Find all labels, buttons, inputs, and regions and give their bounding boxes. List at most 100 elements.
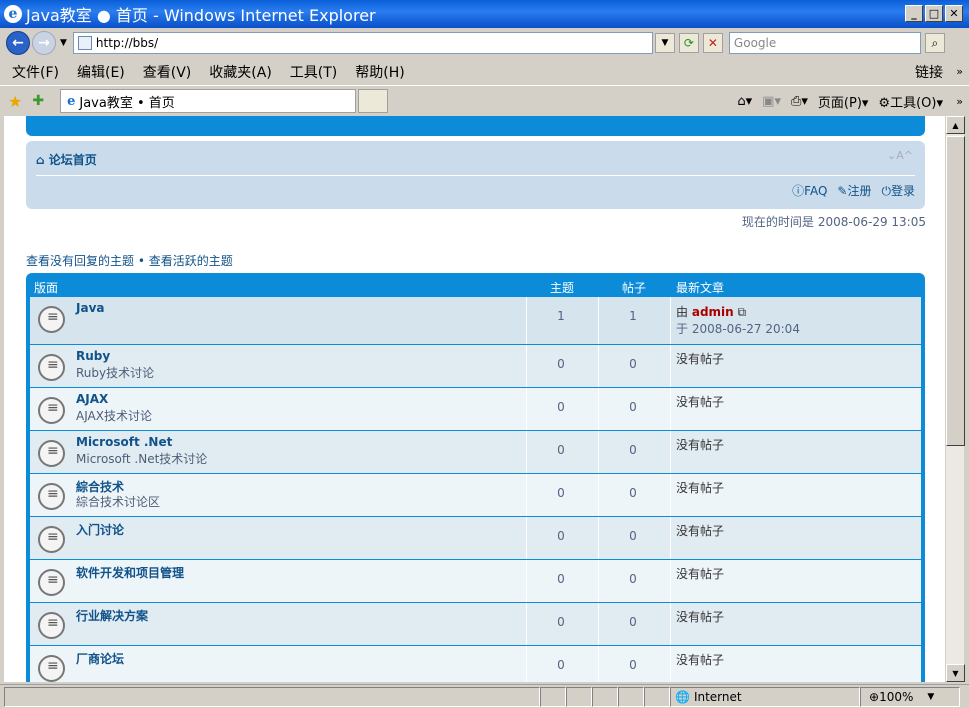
close-button[interactable]: ✕: [945, 5, 963, 22]
back-button[interactable]: ←: [6, 31, 30, 55]
header-band: [26, 116, 925, 136]
add-favorite-icon[interactable]: ✚: [32, 93, 44, 109]
forum-title-link[interactable]: Ruby: [76, 349, 110, 363]
tools-menu[interactable]: ⚙工具(O)▾: [878, 92, 943, 111]
last-post-empty: 没有帖子: [676, 438, 725, 452]
view-latest-post-icon[interactable]: ⧉: [738, 305, 747, 319]
topic-actions: 查看没有回复的主题 • 查看活跃的主题: [26, 252, 233, 269]
menu-tools[interactable]: 工具(T): [290, 62, 337, 82]
scroll-thumb[interactable]: [946, 136, 965, 446]
topics-count: 1: [557, 309, 565, 323]
page-icon: [77, 36, 92, 50]
links-toolbar[interactable]: 链接: [915, 62, 943, 82]
favorites-star-icon[interactable]: ★: [8, 92, 22, 111]
vertical-scrollbar[interactable]: ▲ ▼: [945, 116, 965, 682]
status-cell: [618, 686, 644, 707]
history-dropdown-icon[interactable]: ▼: [60, 38, 67, 48]
browser-tab[interactable]: e Java教室 • 首页: [60, 89, 357, 113]
protected-mode-icon[interactable]: [644, 686, 670, 707]
nav-panel: ⌂ 论坛首页 ⌄A^ ⓘFAQ ✎注册 ⏻登录: [26, 141, 925, 209]
forum-title-link[interactable]: 行业解决方案: [76, 607, 148, 624]
new-tab-button[interactable]: [358, 89, 389, 113]
topics-count: 0: [557, 572, 565, 586]
forum-row: Microsoft .Net Microsoft .Net技术讨论 0 0 没有…: [30, 431, 921, 474]
search-icon[interactable]: ⌕: [924, 33, 945, 53]
last-post-empty: 没有帖子: [676, 524, 725, 538]
topics-count: 0: [557, 529, 565, 543]
unanswered-topics-link[interactable]: 查看没有回复的主题: [26, 254, 134, 268]
last-post-author-link[interactable]: admin: [692, 305, 734, 319]
forum-title-link[interactable]: 软件开发和项目管理: [76, 564, 184, 581]
login-link[interactable]: ⏻登录: [881, 182, 915, 199]
menu-bar: 文件(F) 编辑(E) 查看(V) 收藏夹(A) 工具(T) 帮助(H) 链接 …: [0, 58, 969, 86]
zoom-control[interactable]: ⊕ 100% ▼: [860, 686, 960, 707]
forum-description: 綜合技术讨论区: [76, 495, 161, 509]
active-topics-link[interactable]: 查看活跃的主题: [149, 254, 233, 268]
address-dropdown-button[interactable]: ▼: [654, 33, 675, 53]
cell-divider: [670, 474, 671, 516]
forum-home-label: 论坛首页: [48, 153, 97, 167]
forum-read-icon: [38, 483, 65, 510]
current-time: 现在的时间是 2008-06-29 13:05: [742, 213, 926, 230]
menu-edit[interactable]: 编辑(E): [77, 62, 125, 82]
menu-favorites[interactable]: 收藏夹(A): [209, 62, 272, 82]
cell-divider: [670, 646, 671, 682]
register-link[interactable]: ✎注册: [837, 182, 871, 199]
home-icon[interactable]: ⌂▾: [737, 94, 752, 109]
forum-read-icon: [38, 440, 65, 467]
refresh-icon[interactable]: ⟳: [678, 33, 699, 53]
forum-row: 入门讨论 0 0 没有帖子: [30, 517, 921, 560]
last-post-empty: 没有帖子: [676, 653, 725, 667]
topics-count: 0: [557, 615, 565, 629]
bullet-separator: •: [137, 254, 149, 268]
forum-title-link[interactable]: Microsoft .Net: [76, 435, 172, 449]
posts-count: 0: [629, 615, 637, 629]
forum-read-icon: [38, 306, 65, 333]
security-zone[interactable]: 🌐 Internet: [670, 686, 860, 707]
topics-count: 0: [557, 658, 565, 672]
tools-menu-label: 工具(O): [890, 95, 937, 111]
maximize-button[interactable]: □: [925, 5, 943, 22]
minimize-button[interactable]: _: [905, 5, 923, 22]
feeds-icon[interactable]: ▣▾: [762, 94, 781, 109]
menu-help[interactable]: 帮助(H): [355, 62, 404, 82]
stop-icon[interactable]: ✕: [702, 33, 723, 53]
forum-table: 版面 主题 帖子 最新文章 Java 1 1 由 admin ⧉ 于 2008-…: [26, 273, 925, 682]
font-size-control[interactable]: ⌄A^: [887, 149, 913, 162]
forward-button[interactable]: →: [32, 31, 56, 55]
topics-count: 0: [557, 443, 565, 457]
header-topics: 主题: [550, 281, 575, 295]
scroll-up-icon[interactable]: ▲: [946, 116, 965, 134]
cell-divider: [670, 560, 671, 602]
zoom-dropdown-icon[interactable]: ▼: [927, 692, 934, 702]
forum-title-link[interactable]: AJAX: [76, 392, 108, 406]
status-cell: [540, 686, 566, 707]
chevron-right-icon[interactable]: »: [956, 65, 963, 78]
menu-view[interactable]: 查看(V): [143, 62, 192, 82]
menu-file[interactable]: 文件(F): [12, 62, 59, 82]
title-bar: e Java教室 ● 首页 - Windows Internet Explore…: [0, 0, 969, 28]
scroll-down-icon[interactable]: ▼: [946, 664, 965, 682]
cell-divider: [670, 603, 671, 645]
forum-read-icon: [38, 354, 65, 381]
status-bar: 🌐 Internet ⊕ 100% ▼: [0, 684, 969, 708]
print-icon[interactable]: ⎙▾: [791, 94, 808, 109]
page-menu[interactable]: 页面(P)▾: [818, 92, 869, 111]
posts-count: 0: [629, 658, 637, 672]
forum-read-icon: [38, 655, 65, 682]
globe-icon: 🌐: [675, 689, 690, 704]
faq-link[interactable]: ⓘFAQ: [792, 182, 827, 199]
posts-count: 0: [629, 529, 637, 543]
forum-table-header: 版面 主题 帖子 最新文章: [30, 273, 921, 297]
forum-home-link[interactable]: ⌂ 论坛首页: [36, 151, 97, 168]
forum-title-link[interactable]: Java: [76, 301, 104, 315]
last-post-time: 于 2008-06-27 20:04: [676, 322, 800, 336]
forum-title-link[interactable]: 厂商论坛: [76, 650, 124, 667]
topics-count: 0: [557, 357, 565, 371]
zone-label: Internet: [693, 689, 742, 704]
tab-label: Java教室 • 首页: [79, 95, 175, 111]
chevron-right-icon[interactable]: »: [956, 95, 963, 108]
url-field[interactable]: http://bbs/: [72, 32, 653, 54]
search-input[interactable]: Google: [728, 32, 921, 54]
forum-title-link[interactable]: 入门讨论: [76, 521, 124, 538]
